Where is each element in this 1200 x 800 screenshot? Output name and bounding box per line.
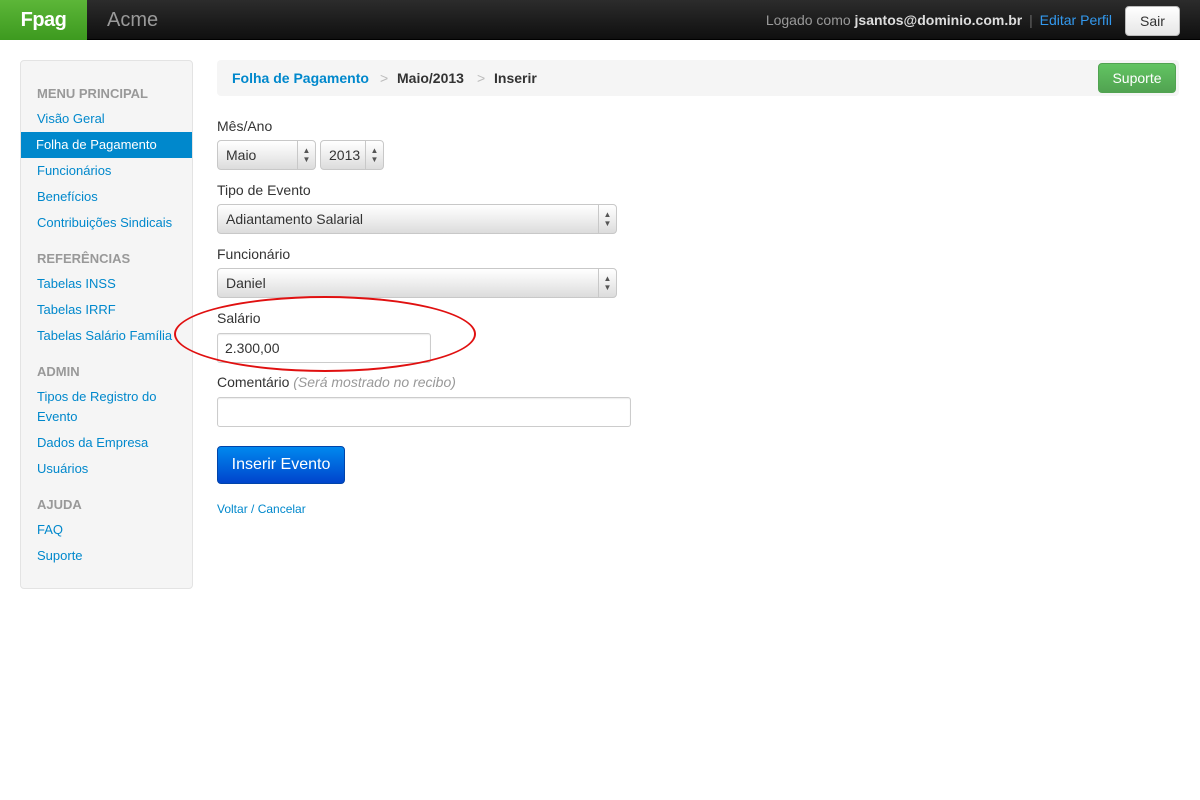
- sidebar-item-support[interactable]: Suporte: [37, 546, 187, 566]
- select-arrows-icon: ▲ ▼: [598, 205, 616, 233]
- logged-as-text: Logado como: [765, 12, 851, 28]
- company-name[interactable]: Acme: [107, 0, 158, 40]
- breadcrumb-payroll[interactable]: Folha de Pagamento: [232, 60, 369, 96]
- select-arrows-icon: ▲ ▼: [598, 269, 616, 297]
- comment-input[interactable]: [217, 397, 631, 427]
- section-references: REFERÊNCIAS: [37, 251, 131, 266]
- user-info: Logado como jsantos@dominio.com.br | Edi…: [766, 0, 1112, 40]
- month-year-label: Mês/Ano: [217, 118, 273, 134]
- sidebar: MENU PRINCIPAL Visão Geral Folha de Paga…: [20, 60, 193, 589]
- breadcrumb-period: Maio/2013: [397, 70, 464, 86]
- sidebar-item-benefits[interactable]: Benefícios: [37, 187, 187, 207]
- brand-logo[interactable]: Fpag: [0, 0, 87, 40]
- comment-label-text: Comentário: [217, 374, 290, 390]
- year-select[interactable]: 2013 ▲ ▼: [320, 140, 384, 170]
- employee-label: Funcionário: [217, 246, 291, 262]
- section-help: AJUDA: [37, 497, 82, 512]
- sidebar-item-family-salary-tables[interactable]: Tabelas Salário Família: [37, 326, 187, 346]
- sidebar-item-overview[interactable]: Visão Geral: [37, 109, 187, 129]
- insert-event-button[interactable]: Inserir Evento: [217, 446, 345, 484]
- select-arrows-icon: ▲ ▼: [297, 141, 315, 169]
- edit-profile-link[interactable]: Editar Perfil: [1040, 12, 1112, 28]
- sidebar-item-employees[interactable]: Funcionários: [37, 161, 187, 181]
- salary-input[interactable]: [217, 333, 431, 363]
- month-select[interactable]: Maio ▲ ▼: [217, 140, 316, 170]
- support-button[interactable]: Suporte: [1098, 63, 1176, 93]
- event-type-select[interactable]: Adiantamento Salarial ▲ ▼: [217, 204, 617, 234]
- event-type-label: Tipo de Evento: [217, 182, 311, 198]
- sidebar-item-faq[interactable]: FAQ: [37, 520, 187, 540]
- sidebar-item-union-contributions[interactable]: Contribuições Sindicais: [37, 213, 187, 233]
- user-info-separator: |: [1029, 12, 1033, 28]
- user-email: jsantos@dominio.com.br: [854, 12, 1023, 28]
- employee-select[interactable]: Daniel ▲ ▼: [217, 268, 617, 298]
- salary-label: Salário: [217, 310, 261, 326]
- sidebar-item-payroll[interactable]: Folha de Pagamento: [21, 132, 192, 158]
- select-arrows-icon: ▲ ▼: [365, 141, 383, 169]
- breadcrumb-current: Inserir: [494, 70, 537, 86]
- sidebar-item-company-data[interactable]: Dados da Empresa: [37, 433, 187, 453]
- breadcrumb-separator: >: [477, 70, 486, 86]
- logout-button[interactable]: Sair: [1125, 6, 1180, 36]
- top-navbar: Fpag Acme Logado como jsantos@dominio.co…: [0, 0, 1200, 40]
- comment-hint: (Será mostrado no recibo): [293, 374, 456, 390]
- comment-label: Comentário (Será mostrado no recibo): [217, 374, 456, 390]
- year-select-value: 2013: [329, 147, 361, 163]
- section-main-menu: MENU PRINCIPAL: [37, 86, 148, 101]
- month-select-value: Maio: [226, 147, 257, 163]
- event-type-select-value: Adiantamento Salarial: [226, 211, 363, 227]
- employee-select-value: Daniel: [226, 275, 266, 291]
- sidebar-item-users[interactable]: Usuários: [37, 459, 187, 479]
- section-admin: ADMIN: [37, 364, 80, 379]
- sidebar-item-inss-tables[interactable]: Tabelas INSS: [37, 274, 187, 294]
- breadcrumb-separator: >: [380, 70, 389, 86]
- sidebar-item-event-types[interactable]: Tipos de Registro do Evento: [37, 387, 187, 427]
- sidebar-item-irrf-tables[interactable]: Tabelas IRRF: [37, 300, 187, 320]
- breadcrumb: Folha de Pagamento > Maio/2013 > Inserir…: [217, 60, 1179, 96]
- back-cancel-link[interactable]: Voltar / Cancelar: [217, 502, 306, 516]
